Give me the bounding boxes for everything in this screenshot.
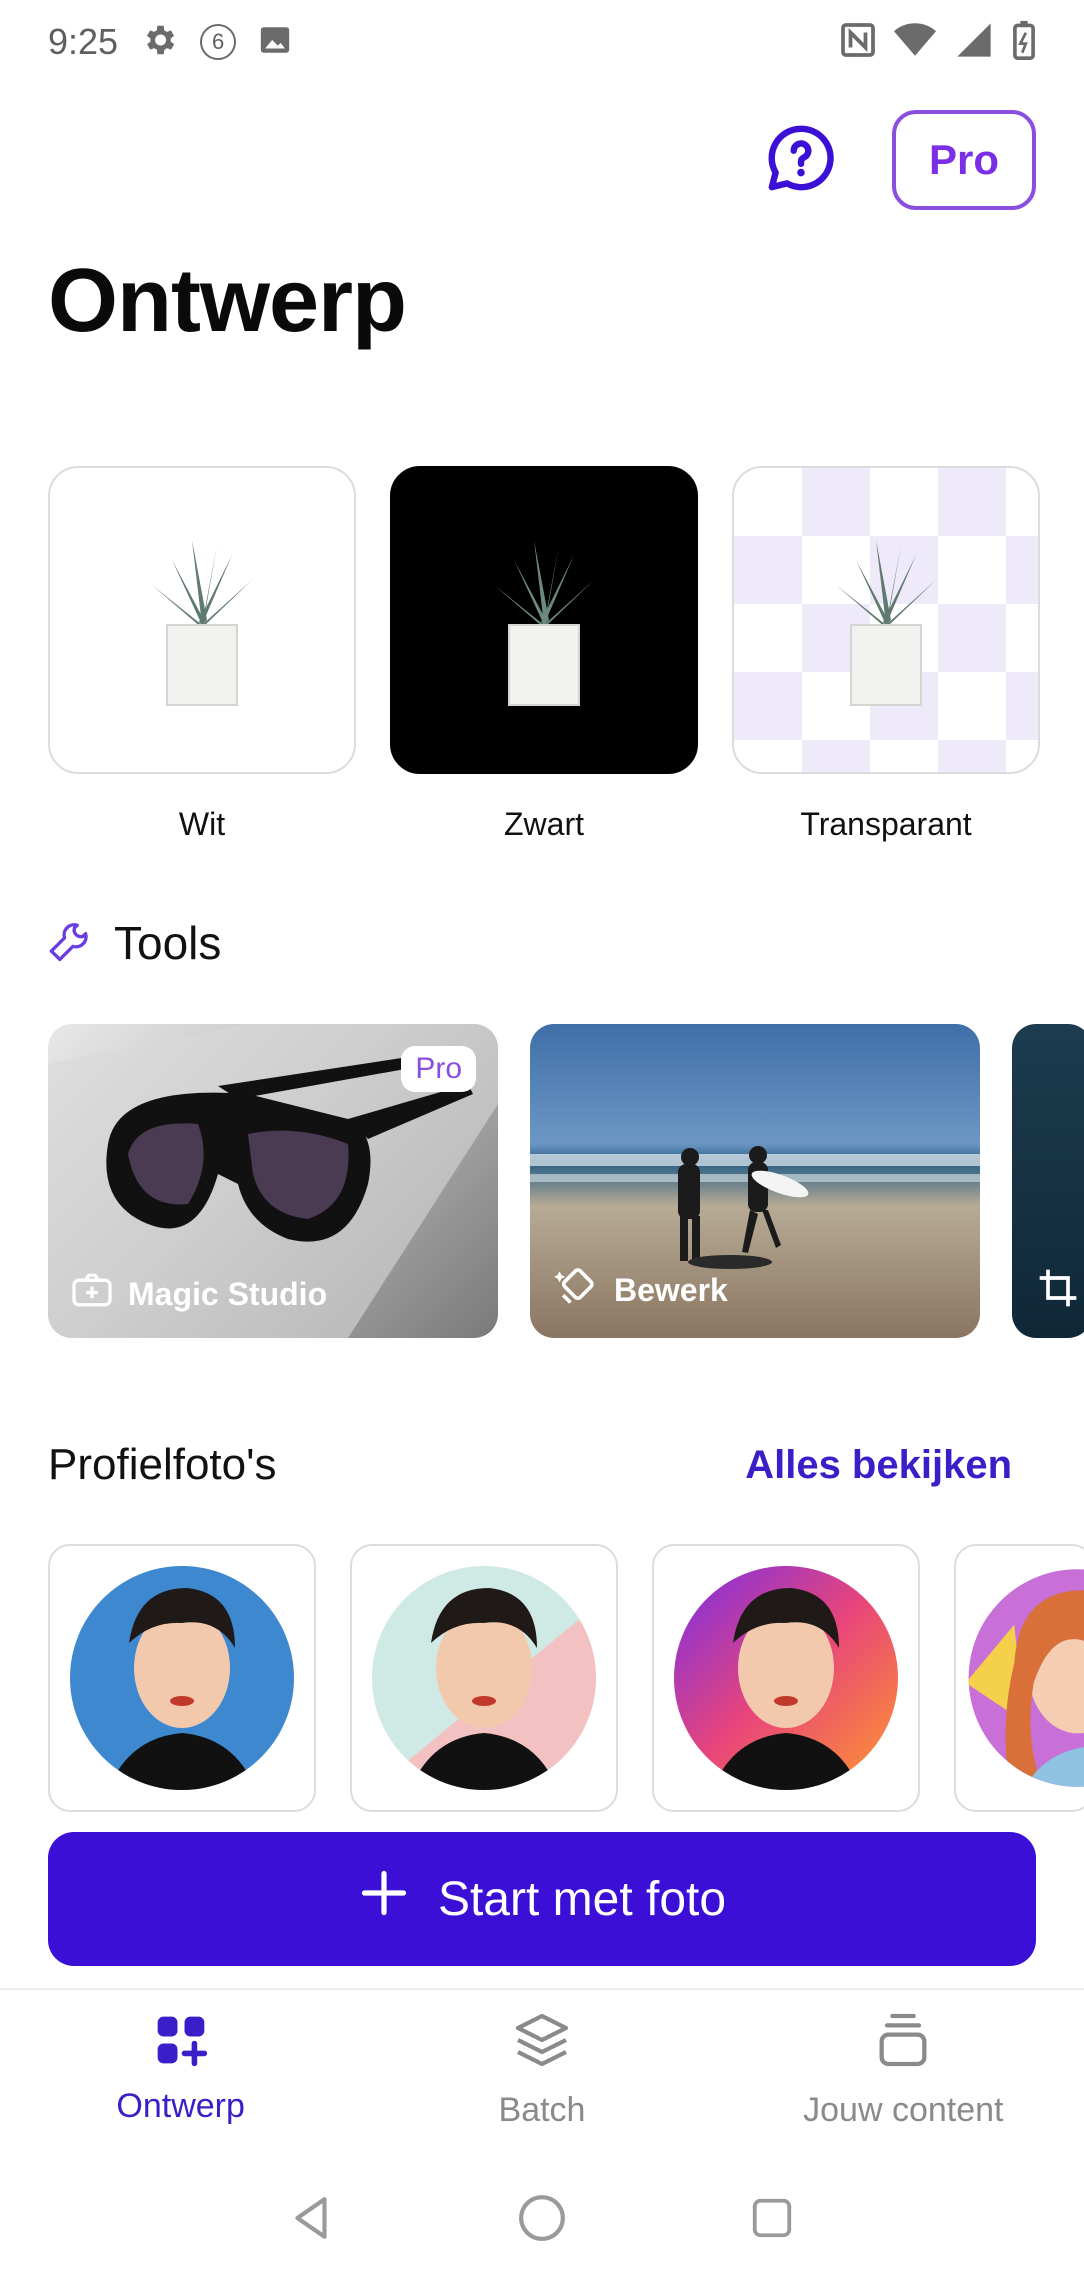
background-tile-white — [48, 466, 356, 774]
profile-template-partial[interactable] — [954, 1544, 1084, 1812]
nfc-icon — [840, 22, 876, 63]
profile-avatar — [70, 1566, 294, 1790]
status-time: 9:25 — [48, 21, 119, 62]
pro-badge: Pro — [401, 1046, 476, 1092]
profile-template-gradient[interactable] — [652, 1544, 920, 1812]
tool-label-magic-studio: Magic Studio — [72, 1272, 327, 1316]
see-all-link[interactable]: Alles bekijken — [745, 1443, 1012, 1488]
nav-item-ontwerp[interactable]: Ontwerp — [0, 1990, 361, 2148]
nav-item-jouw-content[interactable]: Jouw content — [723, 1990, 1084, 2148]
design-grid-icon — [153, 2012, 209, 2077]
tool-label-text: Bewerk — [614, 1271, 728, 1308]
help-button[interactable] — [764, 123, 838, 197]
background-label-black: Zwart — [504, 806, 584, 842]
plus-icon — [358, 1867, 410, 1931]
plant-image — [494, 540, 594, 706]
recents-button[interactable] — [732, 2180, 812, 2260]
back-triangle-icon — [287, 2193, 337, 2248]
help-chat-icon — [766, 123, 836, 198]
settings-icon — [140, 21, 178, 64]
tool-label-text: Magic Studio — [128, 1275, 328, 1312]
background-tile-transparent — [732, 466, 1040, 774]
profile-template-pastel[interactable] — [350, 1544, 618, 1812]
crop-icon — [1038, 1268, 1078, 1316]
nav-item-batch[interactable]: Batch — [361, 1990, 722, 2148]
tool-label-crop — [1038, 1268, 1078, 1316]
tool-card-magic-studio[interactable]: Pro Magic Studio — [48, 1024, 498, 1338]
signal-icon — [954, 20, 994, 65]
layers-icon — [510, 2008, 574, 2081]
battery-icon — [1012, 20, 1036, 65]
wrench-icon — [48, 919, 92, 968]
tool-card-crop[interactable] — [1012, 1024, 1084, 1338]
plant-image — [152, 540, 252, 706]
header-actions: Pro — [764, 110, 1036, 210]
profile-avatar — [968, 1569, 1084, 1787]
page-title: Ontwerp — [48, 251, 407, 351]
notification-count: 6 — [211, 29, 225, 54]
recents-square-icon — [749, 2195, 795, 2246]
nav-label-batch: Batch — [498, 2091, 586, 2129]
background-label-white: Wit — [178, 806, 226, 842]
background-tile-black — [390, 466, 698, 774]
background-option-white[interactable]: Wit — [48, 466, 356, 843]
eraser-edit-icon — [554, 1264, 598, 1316]
nav-label-jouw-content: Jouw content — [803, 2091, 1004, 2129]
bottom-nav: Ontwerp Batch Jouw content — [0, 1988, 1084, 2148]
tool-card-bewerk[interactable]: Bewerk — [530, 1024, 980, 1338]
profile-photos-title: Profielfoto's — [48, 1440, 277, 1489]
tool-cards: Pro Magic Studio Bewerk — [48, 1024, 1084, 1338]
home-circle-icon — [517, 2193, 567, 2248]
image-icon — [258, 23, 292, 62]
tools-heading: Tools — [48, 916, 221, 970]
plant-image — [836, 540, 936, 706]
profile-cards — [48, 1544, 1084, 1812]
magic-studio-icon — [72, 1272, 112, 1316]
profile-avatar — [674, 1566, 898, 1790]
background-option-transparent[interactable]: Transparant — [732, 466, 1040, 843]
nav-label-ontwerp: Ontwerp — [116, 2087, 245, 2125]
tools-title: Tools — [114, 917, 222, 969]
tool-label-bewerk: Bewerk — [554, 1264, 728, 1316]
content-stack-icon — [871, 2008, 935, 2081]
background-label-transparent: Transparant — [800, 806, 972, 842]
profile-template-blue[interactable] — [48, 1544, 316, 1812]
background-options: Wit Zwart Transparant — [48, 466, 1040, 843]
profile-photos-header: Profielfoto's Alles bekijken — [48, 1440, 1012, 1490]
start-button-label: Start met foto — [437, 1872, 727, 1926]
background-option-black[interactable]: Zwart — [390, 466, 698, 843]
start-with-photo-button[interactable]: Start met foto — [48, 1832, 1036, 1966]
pro-button[interactable]: Pro — [892, 110, 1036, 210]
back-button[interactable] — [272, 2180, 352, 2260]
notification-count-icon: 6 — [200, 24, 237, 60]
home-button[interactable] — [502, 2180, 582, 2260]
profile-avatar — [372, 1566, 596, 1790]
status-bar: 9:25 6 — [0, 0, 1084, 84]
wifi-icon — [894, 22, 936, 63]
system-nav-bar — [0, 2170, 1084, 2270]
